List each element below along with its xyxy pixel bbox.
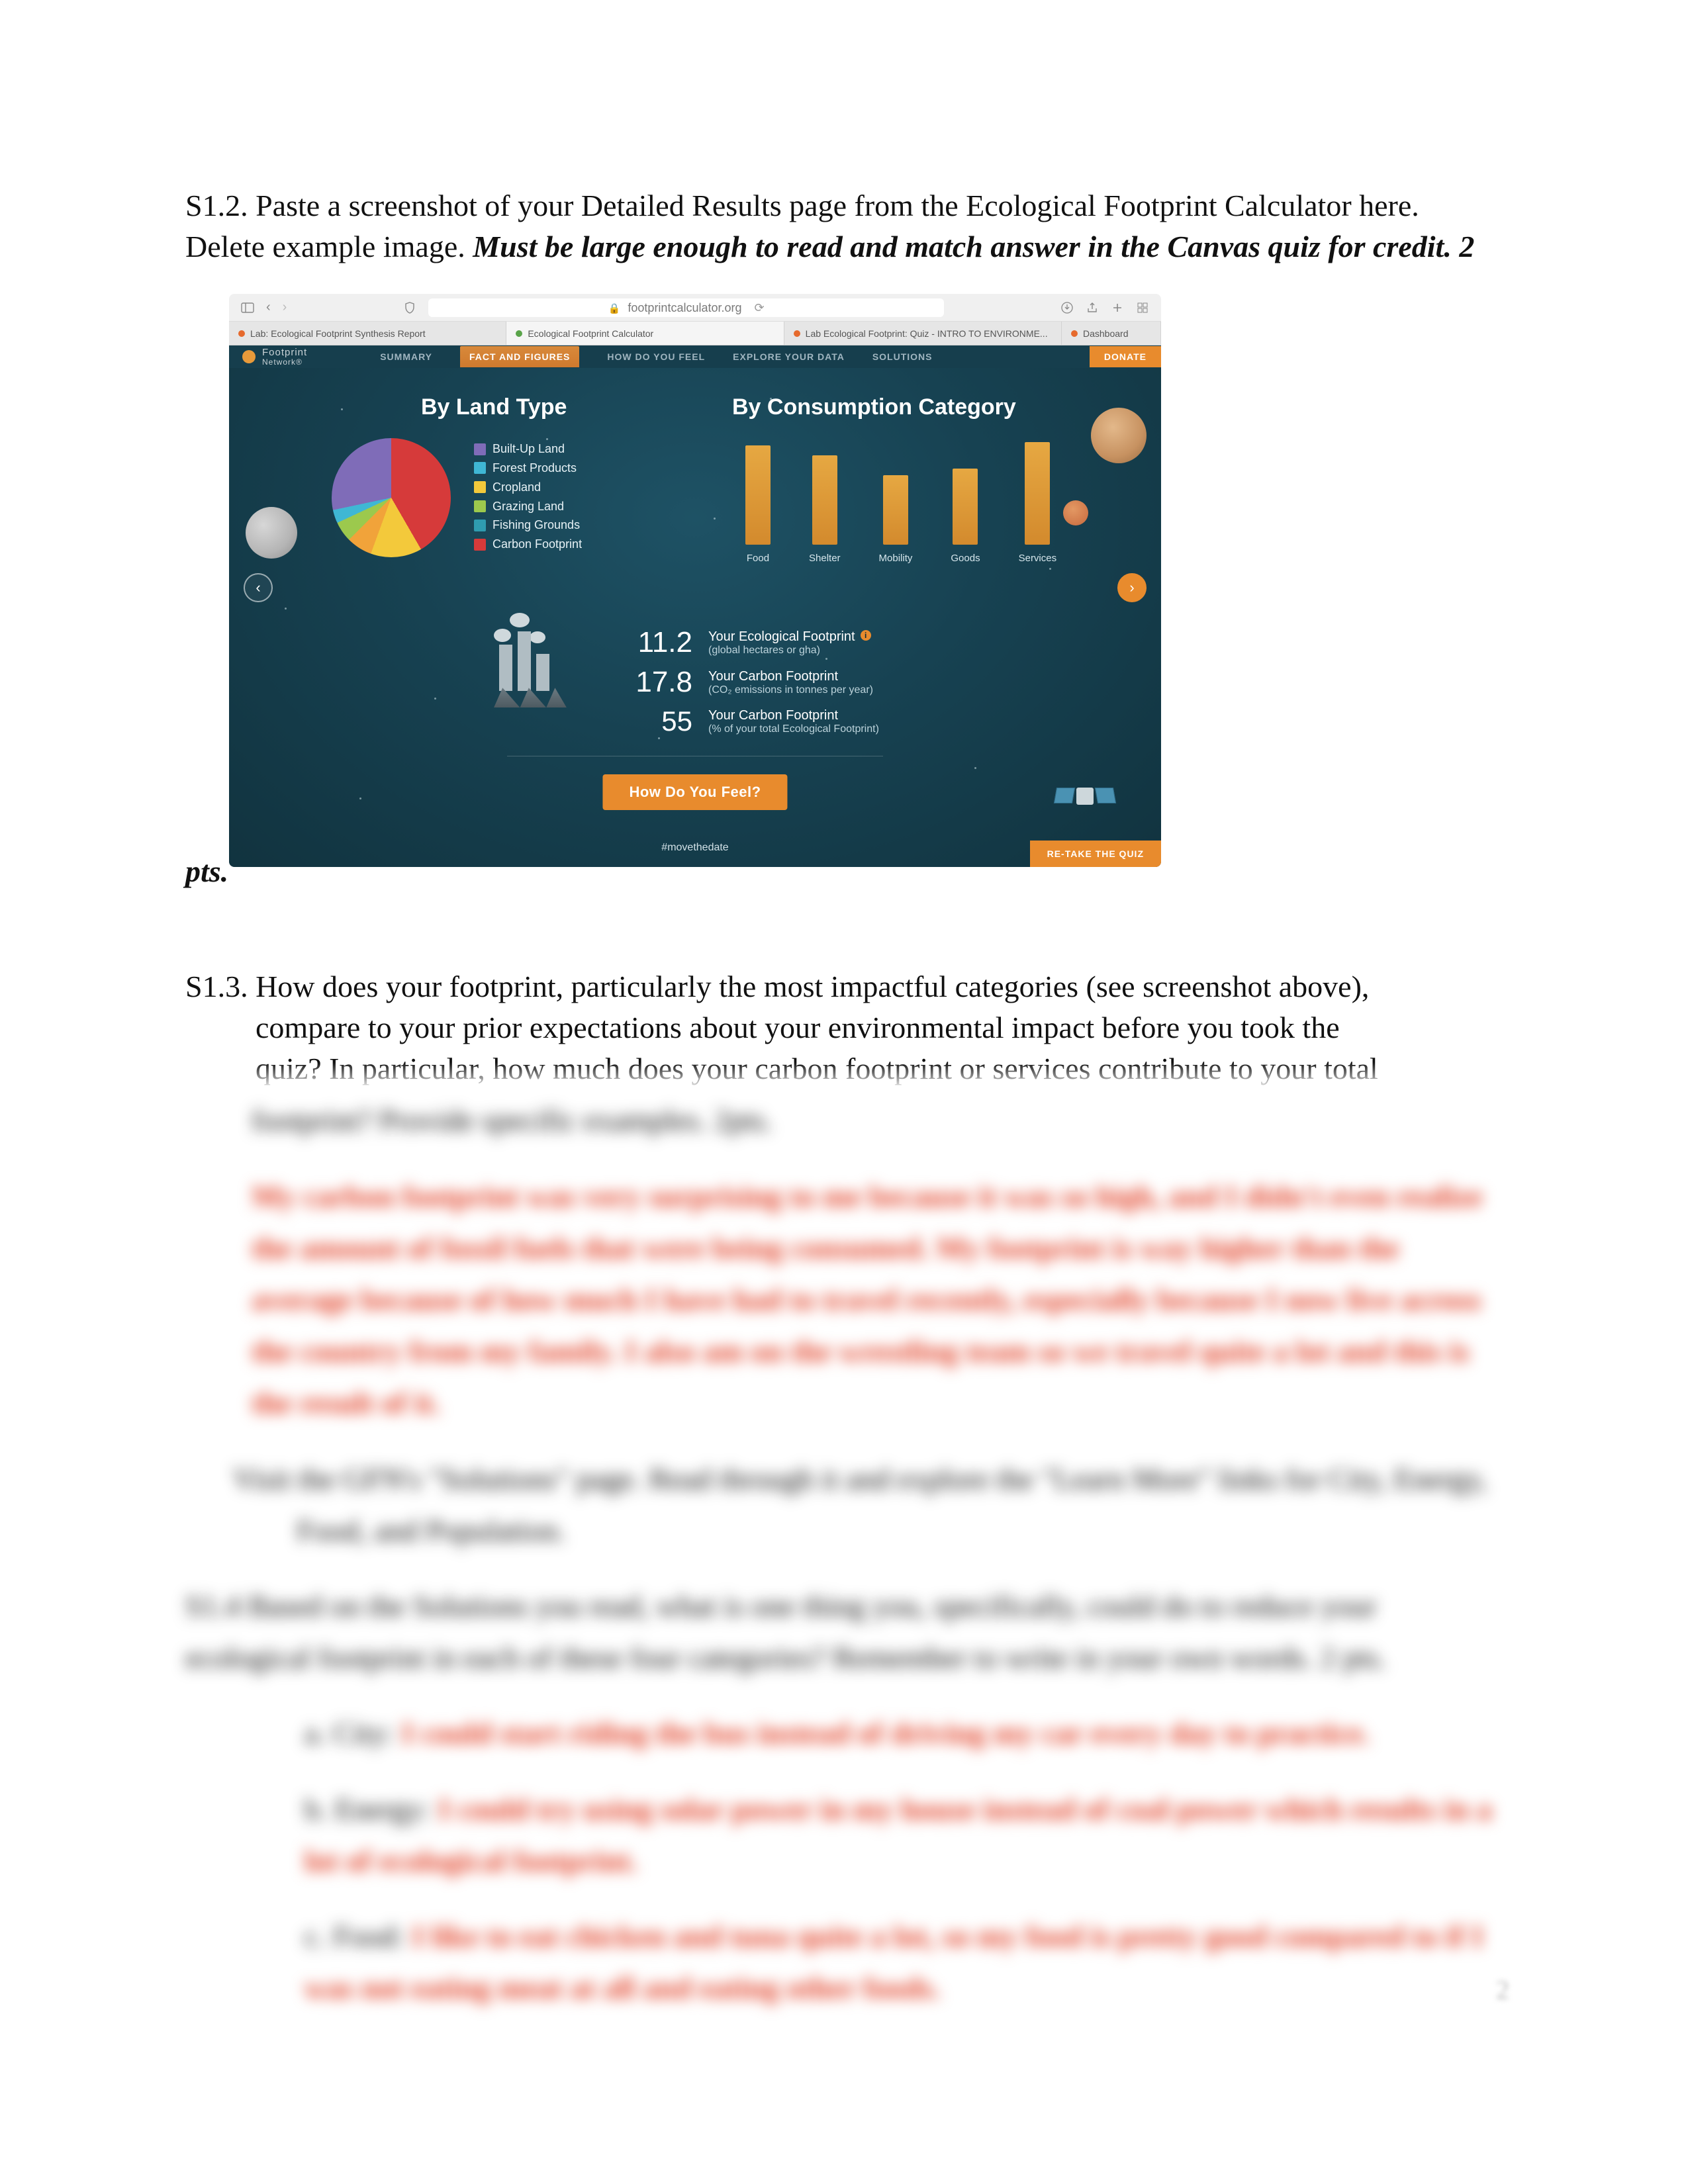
reload-icon[interactable]: ⟳ [755,301,765,314]
blur-line: footprint? Provide specific examples. 2p… [185,1095,1503,1146]
hashtag-label: #movethedate [661,842,728,854]
stat-sub: (global hectares or gha) [708,645,871,657]
logo-line2: Network® [262,358,307,367]
q12-emph: Must be large enough to read and match a… [473,230,1474,263]
blur-line: S1.4 Based on the Solutions you read, wh… [185,1580,1503,1684]
q13-line: quiz? In particular, how much does your … [185,1048,1503,1089]
prev-button[interactable]: ‹ [244,573,273,602]
canvas-favicon-icon [238,330,245,337]
blur-answer: My carbon footprint was very surprising … [185,1171,1503,1430]
tab-label: Lab: Ecological Footprint Synthesis Repo… [250,328,426,339]
legend-item: Cropland [492,478,541,497]
browser-toolbar: ‹ › 🔒 footprintcalculator.org ⟳ [229,294,1161,322]
page-number: 2 [1496,1974,1509,2005]
stat-title: Your Carbon Footprint [708,708,879,723]
tabs-overview-icon[interactable] [1136,301,1149,314]
tab-calculator[interactable]: Ecological Footprint Calculator [506,322,784,345]
q13-line: compare to your prior expectations about… [185,1007,1503,1048]
shield-icon[interactable] [403,301,416,314]
nav-facts[interactable]: FACT AND FIGURES [460,346,579,367]
consumption-bar-chart: Food Shelter Mobility Goods Services [745,425,1056,564]
blur-answer: I could start riding the bus instead of … [402,1716,1370,1750]
blur-label: b. Energy: [305,1792,438,1826]
legend-item: Carbon Footprint [492,535,582,554]
stat-value: 17.8 [620,666,692,699]
browser-tabs: Lab: Ecological Footprint Synthesis Repo… [229,322,1161,345]
satellite-decor [1055,773,1115,819]
tab-label: Dashboard [1083,328,1129,339]
stat-value: 55 [620,705,692,737]
factory-illustration [494,631,586,711]
site-logo[interactable]: Footprint Network® [229,347,320,366]
bar-label: Mobility [879,553,913,564]
lock-icon: 🔒 [608,303,621,314]
canvas-favicon-icon [794,330,800,337]
donate-button[interactable]: DONATE [1090,346,1161,367]
nav-feel[interactable]: HOW DO YOU FEEL [607,351,705,362]
legend-item: Grazing Land [492,497,564,516]
moon-decor [246,507,297,559]
blurred-preview: footprint? Provide specific examples. 2p… [185,1095,1503,2014]
next-button[interactable]: › [1117,573,1147,602]
mars-decor [1063,500,1088,525]
bar-label: Services [1019,553,1057,564]
blur-answer: I like to eat chicken and tuna quite a l… [305,1919,1483,2005]
stat-sub: (CO₂ emissions in tonnes per year) [708,684,873,696]
land-type-pie-chart [332,438,451,557]
stat-sub: (% of your total Ecological Footprint) [708,723,879,735]
question-s1-3: S1.3. How does your footprint, particula… [185,966,1503,1089]
share-icon[interactable] [1086,301,1099,314]
heading-consumption: By Consumption Category [732,394,1016,420]
q13-line: S1.3. How does your footprint, particula… [185,966,1503,1007]
address-text: footprintcalculator.org [628,301,741,314]
tab-dashboard[interactable]: Dashboard [1062,322,1161,345]
tab-label: Ecological Footprint Calculator [528,328,653,339]
address-bar[interactable]: 🔒 footprintcalculator.org ⟳ [428,298,944,317]
canvas-favicon-icon [1071,330,1078,337]
heading-land-type: By Land Type [421,394,567,420]
site-favicon-icon [516,330,522,337]
blur-label: a. City: [305,1716,402,1750]
bar-label: Shelter [809,553,841,564]
jupiter-decor [1091,408,1147,463]
new-tab-icon[interactable] [1111,301,1124,314]
nav-back-icon[interactable]: ‹ [266,300,271,315]
legend-item: Fishing Grounds [492,516,580,535]
question-s1-2: S1.2. Paste a screenshot of your Detaile… [185,185,1503,267]
how-do-you-feel-button[interactable]: How Do You Feel? [602,774,787,810]
tab-label: Lab Ecological Footprint: Quiz - INTRO T… [806,328,1048,339]
stat-title: Your Carbon Footprint [708,669,873,684]
nav-summary[interactable]: SUMMARY [380,351,432,362]
footprint-logo-icon [242,350,256,363]
bar-label: Goods [951,553,980,564]
retake-quiz-button[interactable]: RE-TAKE THE QUIZ [1030,841,1161,867]
site-navbar: Footprint Network® SUMMARY FACT AND FIGU… [229,345,1161,368]
blur-line: Visit the GFN's "Solutions" page. Read t… [233,1453,1503,1557]
stat-title: Your Ecological Footprint [708,629,855,644]
bar-label: Food [747,553,769,564]
legend-item: Forest Products [492,459,577,478]
blur-label: c. Food: [305,1919,412,1953]
embedded-screenshot: ‹ › 🔒 footprintcalculator.org ⟳ [229,294,1161,867]
footprint-stats: 11.2 Your Ecological Footprint i (global … [620,626,879,744]
land-type-legend: Built-Up Land Forest Products Cropland G… [474,439,582,554]
info-icon[interactable]: i [861,630,871,641]
legend-item: Built-Up Land [492,439,565,459]
pts-suffix: pts. [185,854,228,889]
download-icon[interactable] [1060,301,1074,314]
tab-quiz[interactable]: Lab Ecological Footprint: Quiz - INTRO T… [784,322,1062,345]
stat-value: 11.2 [620,626,692,659]
tab-report[interactable]: Lab: Ecological Footprint Synthesis Repo… [229,322,506,345]
results-stage: By Land Type By Consumption Category Bui… [229,368,1161,867]
nav-forward-icon[interactable]: › [283,300,287,315]
sidebar-toggle-icon[interactable] [241,301,254,314]
blur-answer: I could try using solar power in my hous… [305,1792,1492,1878]
logo-line1: Footprint [262,347,307,358]
nav-explore[interactable]: EXPLORE YOUR DATA [733,351,845,362]
nav-solutions[interactable]: SOLUTIONS [872,351,933,362]
